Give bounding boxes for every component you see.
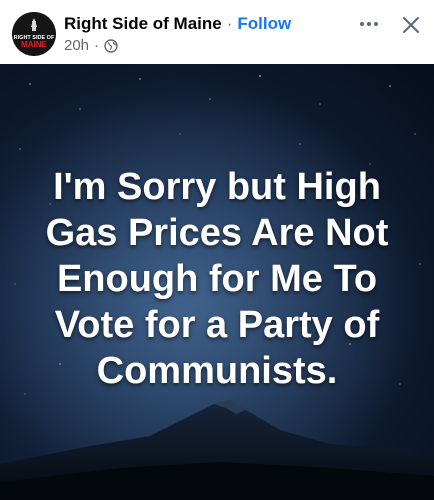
- follow-button[interactable]: Follow: [237, 14, 291, 33]
- post-meta: 20h ·: [64, 37, 118, 54]
- post-header: RIGHT SIDE OF MAINE Right Side of Maine ·…: [0, 0, 434, 64]
- page-logo: RIGHT SIDE OF MAINE: [12, 12, 56, 56]
- more-horizontal-icon: [360, 22, 378, 26]
- post-timestamp[interactable]: 20h: [64, 37, 89, 54]
- close-button[interactable]: [396, 10, 426, 40]
- page-avatar[interactable]: RIGHT SIDE OF MAINE: [12, 12, 56, 56]
- globe-icon: [104, 38, 118, 53]
- more-options-button[interactable]: [353, 10, 385, 38]
- image-caption-text: I'm Sorry but High Gas Prices Are Not En…: [45, 166, 389, 392]
- logo-text-line2: MAINE: [21, 40, 47, 49]
- close-icon: [403, 17, 419, 33]
- meta-separator: ·: [94, 37, 100, 54]
- author-separator: ·: [226, 14, 233, 33]
- author-name[interactable]: Right Side of Maine: [64, 14, 222, 33]
- post-image[interactable]: I'm Sorry but High Gas Prices Are Not En…: [0, 64, 434, 500]
- author-row: Right Side of Maine · Follow: [64, 13, 291, 35]
